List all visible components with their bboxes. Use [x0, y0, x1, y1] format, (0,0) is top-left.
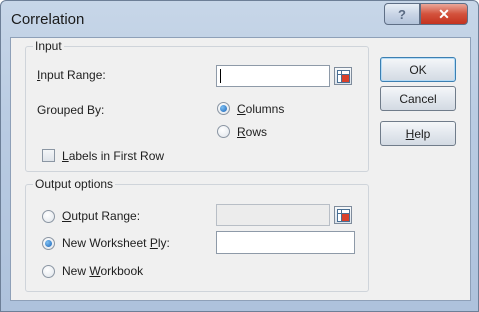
- output-range-label[interactable]: Output Range:: [62, 209, 140, 223]
- rows-label[interactable]: Rows: [237, 125, 267, 139]
- new-worksheet-ply-radio[interactable]: [42, 237, 55, 250]
- cancel-button[interactable]: Cancel: [380, 86, 456, 111]
- correlation-dialog: Correlation ? ✕ Input Input Range: Group…: [0, 0, 479, 312]
- labels-first-row-checkbox[interactable]: [42, 149, 55, 162]
- radio-selected-dot: [45, 240, 52, 247]
- output-range-selector-button[interactable]: [334, 206, 352, 224]
- text-caret: [220, 69, 221, 83]
- title-bar[interactable]: Correlation ? ✕: [1, 1, 478, 37]
- radio-selected-dot: [220, 105, 227, 112]
- help-button[interactable]: Help: [380, 121, 456, 146]
- new-worksheet-ply-label[interactable]: New Worksheet Ply:: [62, 236, 170, 250]
- new-workbook-label[interactable]: New Workbook: [62, 264, 143, 278]
- title-help-button[interactable]: ?: [384, 3, 420, 25]
- rows-radio[interactable]: [217, 125, 230, 138]
- output-range-radio[interactable]: [42, 210, 55, 223]
- new-workbook-radio[interactable]: [42, 265, 55, 278]
- dialog-title: Correlation: [11, 11, 85, 28]
- help-icon: ?: [398, 6, 406, 22]
- close-icon: ✕: [438, 5, 450, 22]
- columns-radio[interactable]: [217, 102, 230, 115]
- ok-button[interactable]: OK: [380, 57, 456, 82]
- input-range-selector-button[interactable]: [334, 67, 352, 85]
- input-range-label: Input Range:: [37, 68, 106, 82]
- dialog-body: Input Input Range: Grouped By: Columns R…: [10, 37, 471, 301]
- title-close-button[interactable]: ✕: [420, 3, 468, 25]
- columns-label[interactable]: Columns: [237, 102, 284, 116]
- range-selector-icon: [337, 70, 350, 83]
- labels-first-row-label[interactable]: Labels in First Row: [62, 149, 164, 163]
- output-options-legend: Output options: [33, 177, 116, 191]
- range-selector-icon: [337, 209, 350, 222]
- input-group-legend: Input: [33, 39, 64, 53]
- new-worksheet-ply-field[interactable]: [216, 231, 355, 254]
- input-range-field[interactable]: [216, 65, 330, 87]
- output-range-field[interactable]: [216, 204, 330, 226]
- grouped-by-label: Grouped By:: [37, 103, 105, 117]
